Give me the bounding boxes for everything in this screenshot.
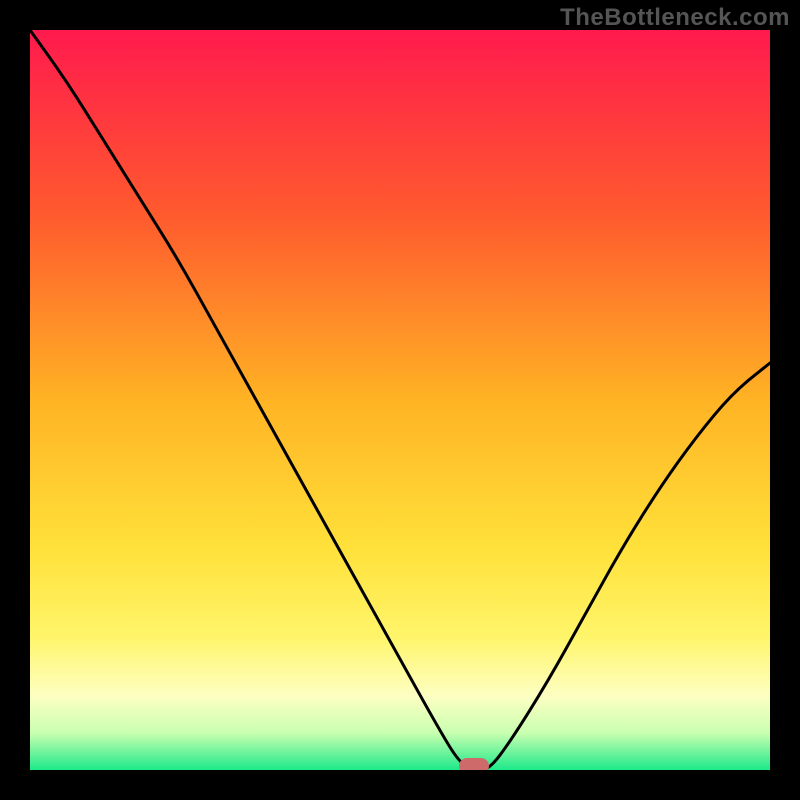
watermark-text: TheBottleneck.com bbox=[560, 4, 790, 32]
plot-area bbox=[30, 30, 770, 770]
optimal-marker bbox=[459, 758, 489, 770]
chart-frame: TheBottleneck.com bbox=[0, 0, 800, 800]
plot-svg bbox=[30, 30, 770, 770]
